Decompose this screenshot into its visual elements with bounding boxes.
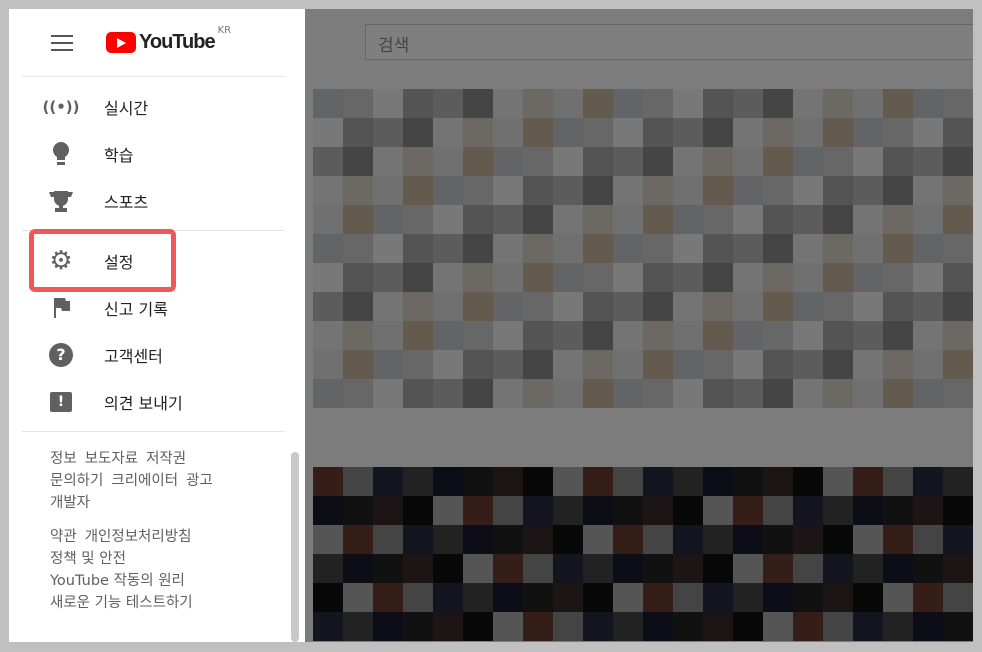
footer-link[interactable]: 저작권 xyxy=(146,451,186,467)
footer-link[interactable]: 약관 xyxy=(50,529,77,545)
sidebar-item-learning[interactable]: 학습 xyxy=(22,130,285,177)
app-window: 검색 YouTube KR ((•)) 실시간 학습 스포츠 ⚙ 설정 신고 기록 … xyxy=(9,9,973,642)
gear-icon: ⚙ xyxy=(49,245,73,276)
scrim-overlay[interactable] xyxy=(305,9,973,642)
sidebar-item-label: 학습 xyxy=(104,145,134,165)
sidebar-item-label: 설정 xyxy=(104,252,134,272)
footer-link[interactable]: 광고 xyxy=(186,473,213,489)
footer-links: 정보 보도자료 저작권 문의하기 크리에이터 광고 개발자 약관 개인정보처리방침 정책 … xyxy=(9,432,305,614)
feedback-icon: ! xyxy=(48,389,74,415)
sidebar-item-label: 의견 보내기 xyxy=(104,393,183,413)
region-code: KR xyxy=(217,25,232,36)
trophy-icon xyxy=(48,188,74,214)
play-icon xyxy=(106,32,136,53)
footer-link[interactable]: 새로운 기능 테스트하기 xyxy=(50,595,193,611)
youtube-logo[interactable]: YouTube KR xyxy=(106,25,231,54)
flag-icon xyxy=(48,295,74,321)
sidebar-item-live[interactable]: ((•)) 실시간 xyxy=(22,83,285,130)
footer-link[interactable]: 개발자 xyxy=(50,495,90,511)
menu-icon[interactable] xyxy=(51,34,73,51)
footer-link[interactable]: 문의하기 xyxy=(50,473,103,489)
sidebar-item-feedback[interactable]: ! 의견 보내기 xyxy=(22,378,285,425)
sidebar-item-report-history[interactable]: 신고 기록 xyxy=(22,284,285,331)
main-content: 검색 xyxy=(305,9,973,642)
footer-link[interactable]: 정보 xyxy=(50,451,77,467)
sidebar-item-label: 실시간 xyxy=(104,98,149,118)
help-icon: ? xyxy=(48,342,74,368)
footer-link[interactable]: YouTube 작동의 원리 xyxy=(50,573,185,589)
sidebar-scrollbar[interactable] xyxy=(291,452,299,642)
sidebar-item-help[interactable]: ? 고객센터 xyxy=(22,331,285,378)
live-icon: ((•)) xyxy=(42,97,80,116)
footer-link[interactable]: 크리에이터 xyxy=(111,473,178,489)
lightbulb-icon xyxy=(48,141,74,167)
sidebar-item-label: 스포츠 xyxy=(104,192,149,212)
guide-sidebar: YouTube KR ((•)) 실시간 학습 스포츠 ⚙ 설정 신고 기록 ? 고객… xyxy=(9,9,305,642)
logo-text: YouTube xyxy=(139,31,216,53)
sidebar-item-settings[interactable]: ⚙ 설정 xyxy=(22,229,285,292)
sidebar-item-label: 신고 기록 xyxy=(104,299,168,319)
footer-link[interactable]: 정책 및 안전 xyxy=(50,551,126,567)
footer-link[interactable]: 개인정보처리방침 xyxy=(85,529,192,545)
sidebar-item-sports[interactable]: 스포츠 xyxy=(22,177,285,224)
sidebar-item-label: 고객센터 xyxy=(104,346,163,366)
footer-link[interactable]: 보도자료 xyxy=(85,451,138,467)
